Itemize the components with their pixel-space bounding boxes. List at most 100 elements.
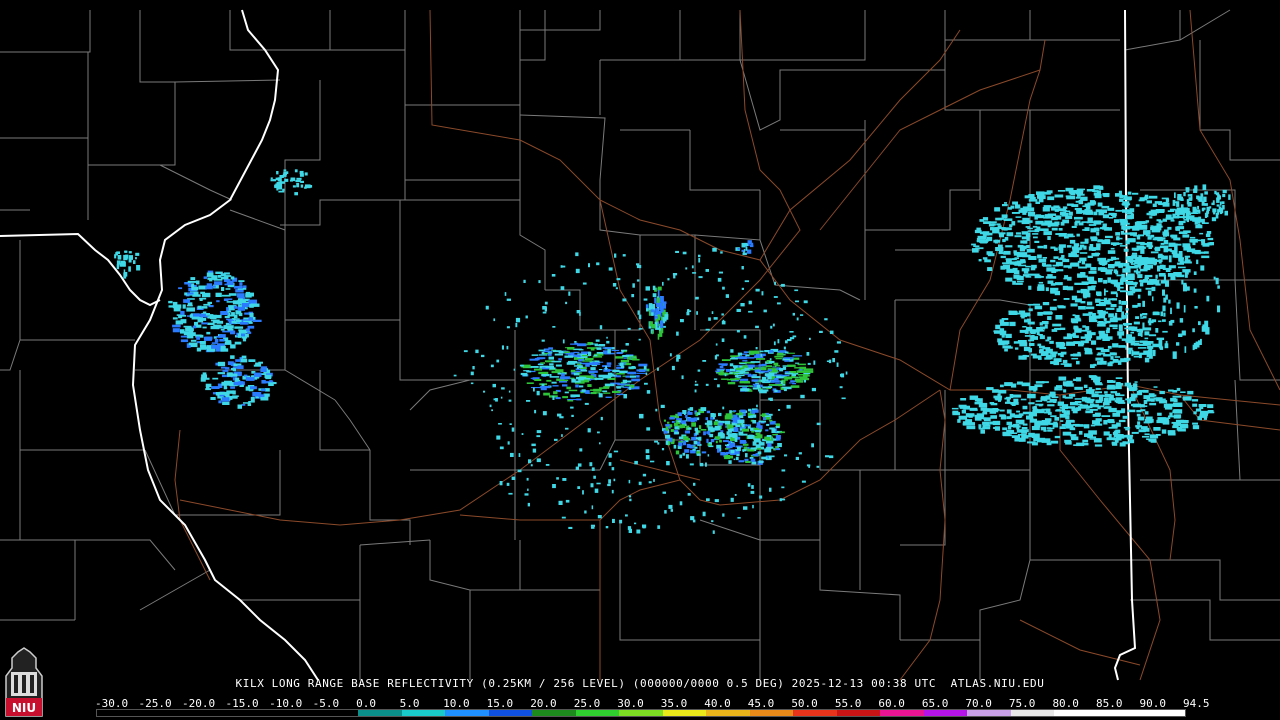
radar-echo bbox=[577, 343, 587, 347]
radar-echo bbox=[128, 251, 132, 254]
radar-echo bbox=[244, 374, 248, 377]
radar-echo bbox=[800, 314, 804, 316]
radar-echo bbox=[1176, 302, 1180, 309]
radar-echo bbox=[1228, 194, 1231, 200]
radar-echo bbox=[268, 382, 274, 386]
radar-echo bbox=[1123, 226, 1127, 231]
radar-echo bbox=[178, 314, 186, 317]
radar-echo bbox=[774, 389, 778, 393]
radar-echo bbox=[1069, 211, 1073, 216]
radar-echo bbox=[671, 421, 675, 423]
radar-echo bbox=[577, 363, 582, 366]
radar-echo bbox=[564, 351, 570, 353]
radar-echo bbox=[1183, 305, 1186, 313]
radar-echo bbox=[642, 473, 647, 477]
radar-echo bbox=[237, 299, 243, 303]
radar-echo bbox=[530, 464, 533, 467]
radar-echo bbox=[1202, 184, 1207, 191]
radar-echo bbox=[1139, 352, 1147, 355]
radar-echo bbox=[980, 429, 985, 434]
radar-echo bbox=[708, 445, 714, 448]
radar-echo bbox=[552, 484, 556, 489]
radar-echo bbox=[755, 444, 761, 448]
radar-echo bbox=[1076, 377, 1082, 382]
radar-echo bbox=[1013, 341, 1021, 344]
radar-echo bbox=[791, 373, 796, 377]
radar-echo bbox=[783, 388, 787, 392]
radar-echo bbox=[999, 409, 1005, 412]
radar-echo bbox=[1144, 411, 1149, 415]
radar-echo bbox=[1074, 398, 1084, 400]
radar-echo bbox=[1012, 280, 1016, 285]
radar-echo bbox=[1053, 299, 1057, 301]
radar-echo bbox=[205, 388, 211, 391]
radar-echo bbox=[1050, 351, 1058, 354]
radar-echo bbox=[1192, 206, 1197, 213]
radar-echo bbox=[598, 369, 603, 371]
radar-echo bbox=[616, 278, 621, 281]
radar-echo bbox=[667, 421, 670, 424]
radar-echo bbox=[1028, 256, 1037, 260]
radar-echo bbox=[199, 299, 203, 301]
radar-echo bbox=[787, 364, 796, 367]
radar-echo bbox=[1054, 194, 1064, 198]
radar-echo bbox=[748, 385, 753, 387]
radar-echo bbox=[698, 425, 702, 430]
radar-echo bbox=[270, 177, 273, 179]
radar-echo bbox=[1095, 387, 1101, 390]
radar-echo bbox=[551, 274, 556, 277]
radar-echo bbox=[1059, 212, 1065, 215]
radar-echo bbox=[737, 248, 741, 250]
radar-echo bbox=[1163, 240, 1169, 245]
radar-echo bbox=[775, 358, 782, 360]
radar-echo bbox=[1202, 324, 1206, 328]
radar-echo bbox=[636, 372, 646, 374]
radar-echo bbox=[779, 431, 785, 434]
scale-swatch bbox=[880, 710, 924, 716]
radar-echo bbox=[612, 283, 617, 287]
radar-echo bbox=[1050, 287, 1059, 291]
radar-echo bbox=[275, 183, 281, 188]
radar-echo bbox=[1096, 291, 1102, 296]
radar-echo bbox=[1043, 231, 1052, 236]
radar-echo bbox=[1145, 220, 1149, 223]
radar-echo bbox=[527, 502, 530, 507]
radar-echo bbox=[203, 276, 208, 279]
radar-echo bbox=[1133, 248, 1139, 252]
radar-echo bbox=[1051, 269, 1057, 273]
radar-echo bbox=[1066, 203, 1074, 206]
radar-echo bbox=[1080, 196, 1088, 201]
radar-echo bbox=[1046, 264, 1051, 267]
radar-echo bbox=[962, 421, 972, 426]
radar-echo bbox=[499, 481, 503, 486]
radar-echo bbox=[1047, 356, 1053, 360]
radar-echo bbox=[1200, 265, 1205, 271]
radar-echo bbox=[1080, 275, 1088, 278]
radar-echo bbox=[697, 369, 701, 372]
radar-echo bbox=[1152, 352, 1156, 357]
radar-echo bbox=[1130, 331, 1134, 334]
radar-echo bbox=[233, 285, 243, 289]
radar-echo bbox=[781, 486, 785, 489]
radar-echo bbox=[1134, 281, 1137, 288]
radar-echo bbox=[698, 436, 702, 441]
radar-echo bbox=[1144, 337, 1149, 340]
radar-echo bbox=[1165, 340, 1168, 347]
radar-echo bbox=[1127, 191, 1132, 195]
radar-echo bbox=[596, 482, 601, 485]
radar-echo bbox=[1056, 385, 1063, 389]
radar-echo bbox=[243, 285, 247, 289]
radar-echo bbox=[729, 363, 734, 367]
radar-echo bbox=[545, 365, 554, 368]
radar-echo bbox=[1087, 286, 1096, 291]
radar-echo bbox=[1060, 221, 1065, 226]
radar-echo bbox=[237, 382, 245, 385]
radar-echo bbox=[1113, 438, 1122, 441]
radar-echo bbox=[206, 272, 214, 277]
radar-echo bbox=[1104, 239, 1110, 244]
radar-echo bbox=[1006, 398, 1010, 402]
radar-echo bbox=[1177, 410, 1182, 414]
radar-echo bbox=[1143, 399, 1148, 404]
radar-echo bbox=[705, 462, 707, 467]
radar-echo bbox=[1129, 258, 1133, 264]
